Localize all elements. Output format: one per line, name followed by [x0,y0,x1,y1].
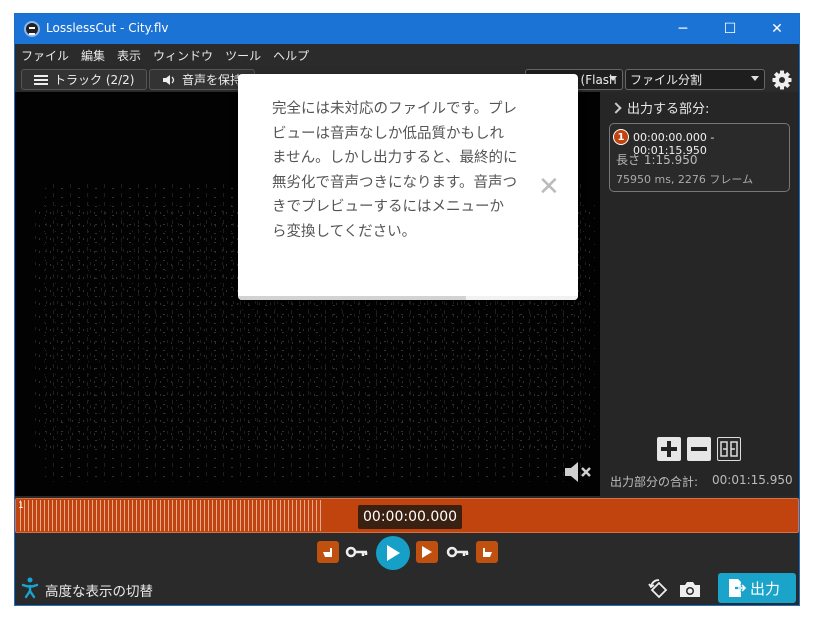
menu-bar: ファイル 編集 表示 ウィンドウ ツール ヘルプ [15,44,799,66]
export-button[interactable]: 出力 [718,573,796,603]
segments-panel: 出力する部分: 1 00:00:00.000 - 00:01:15.950 長さ… [600,92,799,496]
minimize-button[interactable]: ─ [660,14,706,44]
export-label: 出力 [750,579,781,598]
total-duration-value: 00:01:15.950 [712,473,793,487]
window-title: LosslessCut - City.flv [46,21,169,35]
segments-header[interactable]: 出力する部分: [610,98,710,117]
remove-segment-button[interactable] [687,437,711,461]
notice-dialog: 完全には未対応のファイルです。プレビューは音声なしか低品質かもしれません。しかし… [238,74,578,300]
set-end-button[interactable] [476,541,498,563]
mute-icon[interactable] [563,460,595,484]
segment-number-badge: 1 [613,129,629,145]
hand-pointer-right-icon [483,548,492,557]
app-logo-icon [24,21,40,37]
advanced-view-toggle[interactable]: 高度な表示の切替 [45,580,153,600]
segment-length: 長さ 1:15.950 [616,153,698,167]
chevron-right-icon [610,102,622,114]
export-icon [729,579,746,597]
bottom-bar: 高度な表示の切替 出力 [15,572,799,605]
play-icon [387,545,400,561]
tracks-label: トラック (2/2) [54,73,135,87]
menu-tools[interactable]: ツール [225,47,261,64]
play-segment-icon [422,546,432,558]
keep-audio-label: 音声を保持 [182,73,243,87]
hand-pointer-left-icon [323,548,332,557]
split-icon [720,441,738,457]
menu-file[interactable]: ファイル [21,47,69,64]
chevron-down-icon [751,76,759,81]
plus-icon [661,441,677,457]
tracks-button[interactable]: トラック (2/2) [21,69,147,90]
split-segment-button[interactable] [717,437,741,461]
segment-details: 75950 ms, 2276 フレーム [616,173,754,186]
speaker-icon [163,74,175,85]
minus-icon [691,447,707,451]
key-icon[interactable] [345,542,369,562]
dialog-message: 完全には未対応のファイルです。プレビューは音声なしか低品質かもしれません。しかし… [272,101,518,240]
timeline[interactable]: 1 00:00:00.000 [15,496,799,534]
title-bar: LosslessCut - City.flv ─ ☐ ✕ [15,14,799,44]
menu-window[interactable]: ウィンドウ [153,47,213,64]
list-icon [34,74,48,85]
dialog-close-button[interactable]: ✕ [538,174,560,200]
menu-view[interactable]: 表示 [117,47,141,64]
maximize-button[interactable]: ☐ [707,14,753,44]
add-segment-button[interactable] [657,437,681,461]
total-duration-label: 出力部分の合計: [610,475,699,489]
dialog-timer-bar [238,296,578,300]
menu-help[interactable]: ヘルプ [273,47,309,64]
dialog-timer-fill [238,296,466,300]
key-icon[interactable] [446,542,470,562]
chevron-down-icon [609,76,617,81]
timeline-waveform [20,500,322,531]
timeline-segment[interactable]: 1 00:00:00.000 [15,498,799,533]
playback-controls [15,534,799,572]
app-window: LosslessCut - City.flv ─ ☐ ✕ ファイル 編集 表示 … [14,13,800,606]
timeline-segment-number: 1 [18,501,24,511]
camera-icon[interactable] [679,580,701,598]
segments-header-label: 出力する部分: [627,102,710,117]
segment-card[interactable]: 1 00:00:00.000 - 00:01:15.950 長さ 1:15.95… [609,123,790,192]
cut-mode-value: ファイル分割 [630,73,703,87]
accessibility-icon[interactable] [21,577,39,599]
current-time-display: 00:00:00.000 [358,505,463,529]
rotate-icon[interactable] [648,578,670,600]
gear-icon[interactable] [772,70,792,90]
close-window-button[interactable]: ✕ [754,14,799,44]
jump-end-button[interactable] [416,541,438,563]
menu-edit[interactable]: 編集 [81,47,105,64]
play-button[interactable] [376,536,410,570]
set-start-button[interactable] [317,541,339,563]
cut-mode-select[interactable]: ファイル分割 [625,69,765,90]
